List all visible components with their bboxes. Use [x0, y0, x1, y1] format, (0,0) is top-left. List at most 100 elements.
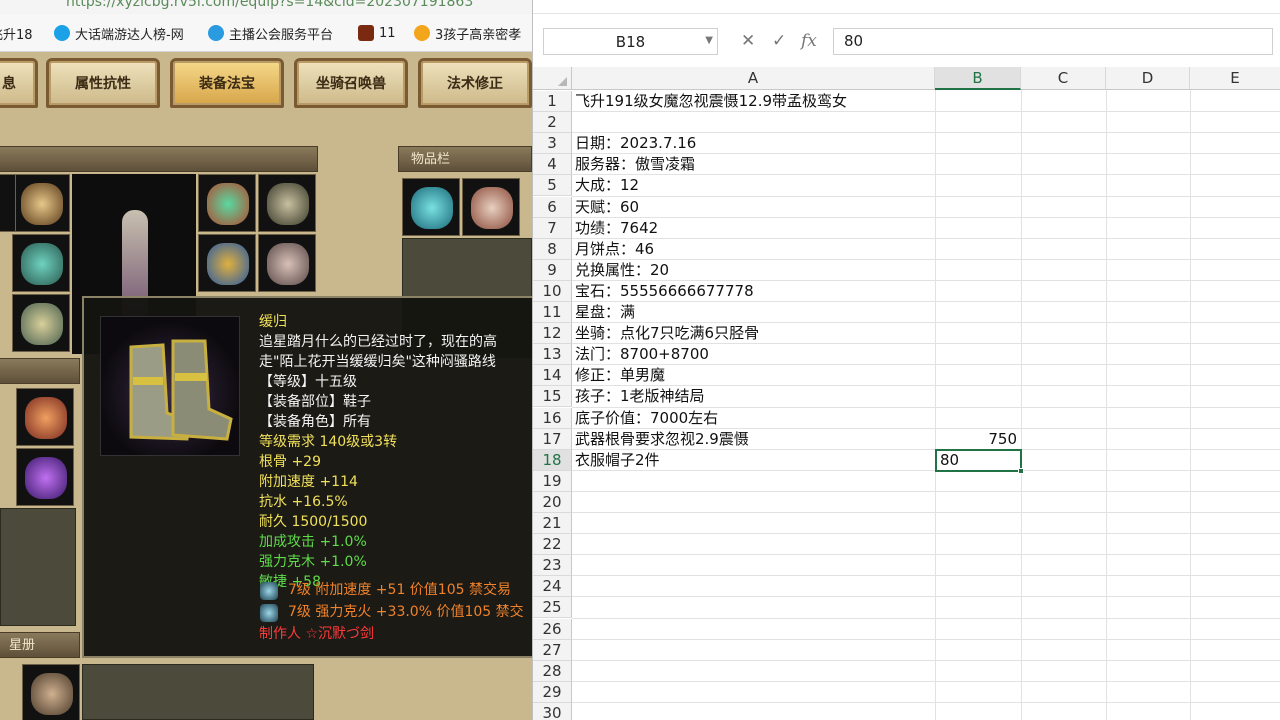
tab-spells[interactable]: 法术修正	[418, 58, 532, 108]
fill-handle[interactable]	[1018, 468, 1024, 474]
row-header[interactable]: 29	[533, 681, 572, 703]
row-header[interactable]: 2	[533, 112, 572, 134]
cell-a[interactable]: 坐骑：点化7只吃满6只胫骨	[575, 323, 965, 344]
column-header-b[interactable]: B	[935, 67, 1021, 90]
row-header[interactable]: 6	[533, 196, 572, 218]
cell-a[interactable]: 服务器：傲雪凌霜	[575, 154, 965, 175]
cell-b[interactable]	[935, 344, 1019, 365]
cell-a[interactable]: 武器根骨要求忽视2.9震慑	[575, 429, 965, 450]
function-icon[interactable]: fx	[801, 31, 817, 51]
cell-a[interactable]: 修正：单男魔	[575, 365, 965, 386]
cell-b[interactable]	[935, 619, 1019, 640]
row-header[interactable]: 13	[533, 344, 572, 366]
row-header[interactable]: 19	[533, 470, 572, 492]
row-header[interactable]: 9	[533, 259, 572, 281]
bookmark-item[interactable]: 主播公会服务平台	[208, 23, 333, 43]
cell-b[interactable]	[935, 576, 1019, 597]
cell-a[interactable]: 月饼点：46	[575, 239, 965, 260]
row-header[interactable]: 18	[533, 449, 572, 471]
cancel-icon[interactable]: ✕	[741, 31, 755, 51]
cell-a[interactable]: 法门：8700+8700	[575, 344, 965, 365]
row-header[interactable]: 8	[533, 238, 572, 260]
cell-b[interactable]	[935, 260, 1019, 281]
item-slot[interactable]	[16, 448, 74, 506]
cell-b[interactable]	[935, 471, 1019, 492]
name-box[interactable]: B18 ▼	[543, 28, 718, 55]
cell-b[interactable]	[935, 640, 1019, 661]
cell-b[interactable]	[935, 534, 1019, 555]
row-header[interactable]: 3	[533, 133, 572, 155]
row-header[interactable]: 16	[533, 407, 572, 429]
starbook-grid[interactable]	[82, 664, 314, 720]
check-icon[interactable]: ✓	[772, 31, 786, 51]
row-header[interactable]: 17	[533, 428, 572, 450]
cell-a[interactable]: 衣服帽子2件	[575, 450, 965, 471]
cell-a[interactable]	[575, 471, 965, 492]
cell-b[interactable]	[935, 112, 1019, 133]
cell-b[interactable]	[935, 555, 1019, 576]
row-header[interactable]: 25	[533, 597, 572, 619]
cell-a[interactable]: 功绩：7642	[575, 218, 965, 239]
cell-b[interactable]	[935, 218, 1019, 239]
column-header-a[interactable]: A	[572, 67, 935, 90]
cell-b[interactable]	[935, 175, 1019, 196]
equip-slot-armor[interactable]	[12, 234, 70, 292]
row-header[interactable]: 26	[533, 618, 572, 640]
cell-b[interactable]	[935, 703, 1019, 720]
row-header[interactable]: 15	[533, 386, 572, 408]
cell-b[interactable]	[935, 365, 1019, 386]
cell-a[interactable]: 大成：12	[575, 175, 965, 196]
row-header[interactable]: 20	[533, 491, 572, 513]
row-header[interactable]: 4	[533, 154, 572, 176]
select-all-corner[interactable]	[533, 67, 572, 90]
cell-a[interactable]	[575, 576, 965, 597]
equip-slot-ring1[interactable]	[198, 234, 256, 292]
equip-slot-amulet[interactable]	[258, 174, 316, 232]
tab-mounts[interactable]: 坐骑召唤兽	[294, 58, 408, 108]
cell-a[interactable]	[575, 513, 965, 534]
bookmark-item[interactable]: 飞升18	[0, 23, 33, 43]
cell-b[interactable]	[935, 91, 1019, 112]
equip-slot-helmet[interactable]	[12, 174, 70, 232]
address-text[interactable]: https://xyzlcbg.rv5i.com/equip?s=14&cid=…	[66, 0, 473, 10]
bookmark-item[interactable]: 大话端游达人榜-网	[54, 23, 184, 43]
cell-b[interactable]	[935, 513, 1019, 534]
formula-input[interactable]: 80	[833, 28, 1273, 55]
cell-a[interactable]	[575, 661, 965, 682]
tab-attributes[interactable]: 属性抗性	[46, 58, 160, 108]
item-slot[interactable]	[16, 388, 74, 446]
row-header[interactable]: 7	[533, 217, 572, 239]
cell-a[interactable]: 兑换属性：20	[575, 260, 965, 281]
cell-b[interactable]	[935, 408, 1019, 429]
cell-b[interactable]	[935, 133, 1019, 154]
row-header[interactable]: 21	[533, 513, 572, 534]
cell-a[interactable]	[575, 534, 965, 555]
row-header[interactable]: 11	[533, 302, 572, 323]
equip-slot-left[interactable]	[0, 174, 16, 232]
equip-slot-shoes[interactable]	[12, 294, 70, 352]
cell-a[interactable]: 星盘：满	[575, 302, 965, 323]
cell-a[interactable]: 飞升191级女魔忽视震慑12.9带孟极鸾女	[575, 91, 965, 112]
cell-b[interactable]	[935, 492, 1019, 513]
row-header[interactable]: 27	[533, 639, 572, 661]
cell-a[interactable]	[575, 682, 965, 703]
cell-a[interactable]: 日期：2023.7.16	[575, 133, 965, 154]
column-header-e[interactable]: E	[1190, 67, 1280, 90]
cell-a[interactable]	[575, 555, 965, 576]
row-header[interactable]: 24	[533, 576, 572, 598]
row-header[interactable]: 5	[533, 175, 572, 197]
inventory-slot[interactable]	[462, 178, 520, 236]
tab-info[interactable]: 息	[0, 58, 38, 108]
equip-slot-ring2[interactable]	[258, 234, 316, 292]
cell-a[interactable]: 宝石：55556666677778	[575, 281, 965, 302]
cell-a[interactable]	[575, 112, 965, 133]
inventory-slot[interactable]	[402, 178, 460, 236]
cell-a[interactable]	[575, 703, 965, 720]
cell-a[interactable]	[575, 492, 965, 513]
starbook-slot[interactable]	[22, 664, 80, 720]
cell-a[interactable]: 底子价值：7000左右	[575, 408, 965, 429]
cell-a[interactable]	[575, 640, 965, 661]
active-cell-b18[interactable]: 80	[935, 449, 1024, 474]
cell-b[interactable]	[935, 323, 1019, 344]
address-bar[interactable]: https://xyzlcbg.rv5i.com/equip?s=14&cid=…	[0, 0, 532, 14]
